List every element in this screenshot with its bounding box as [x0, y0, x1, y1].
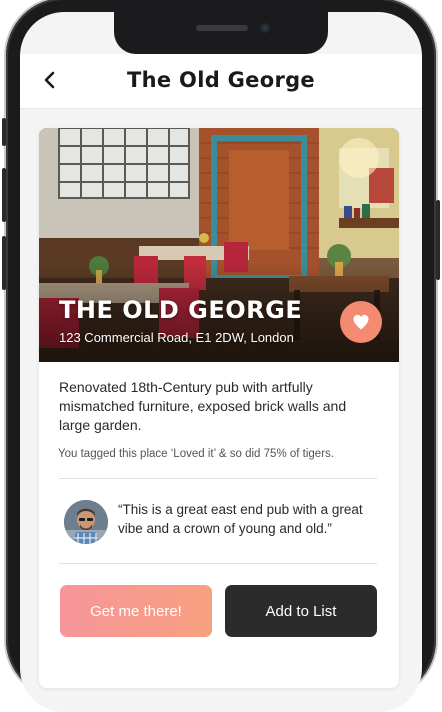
phone-screen: The Old George THE OLD GEORGE 123 Commer… — [20, 12, 422, 712]
favorite-button[interactable] — [340, 301, 382, 343]
tag-note: You tagged this place ‘Loved it’ & so di… — [58, 448, 334, 460]
place-photo: THE OLD GEORGE 123 Commercial Road, E1 2… — [39, 128, 399, 362]
divider — [59, 478, 377, 479]
phone-volume-down — [2, 236, 6, 290]
speaker-grille — [196, 25, 248, 31]
phone-volume-up — [2, 168, 6, 222]
avatar-image — [64, 500, 108, 544]
phone-mockup: The Old George THE OLD GEORGE 123 Commer… — [0, 0, 442, 712]
place-description: Renovated 18th-Century pub with artfully… — [59, 379, 347, 433]
divider — [59, 563, 377, 564]
review-item: “This is a great east end pub with a gre… — [59, 490, 379, 560]
phone-side-button — [2, 118, 6, 146]
heart-icon — [353, 314, 369, 330]
page-title: The Old George — [127, 68, 315, 92]
add-to-list-button[interactable]: Add to List — [225, 585, 377, 637]
get-directions-button[interactable]: Get me there! — [60, 585, 212, 637]
place-address: 123 Commercial Road, E1 2DW, London — [59, 330, 294, 345]
review-quote: “This is a great east end pub with a gre… — [118, 502, 363, 536]
place-name: THE OLD GEORGE — [59, 296, 303, 324]
phone-notch — [114, 12, 328, 54]
reviewer-avatar — [64, 500, 108, 544]
phone-power-button — [436, 200, 440, 280]
app-header: The Old George — [20, 54, 422, 109]
front-camera — [260, 23, 270, 33]
place-card: THE OLD GEORGE 123 Commercial Road, E1 2… — [39, 128, 399, 688]
